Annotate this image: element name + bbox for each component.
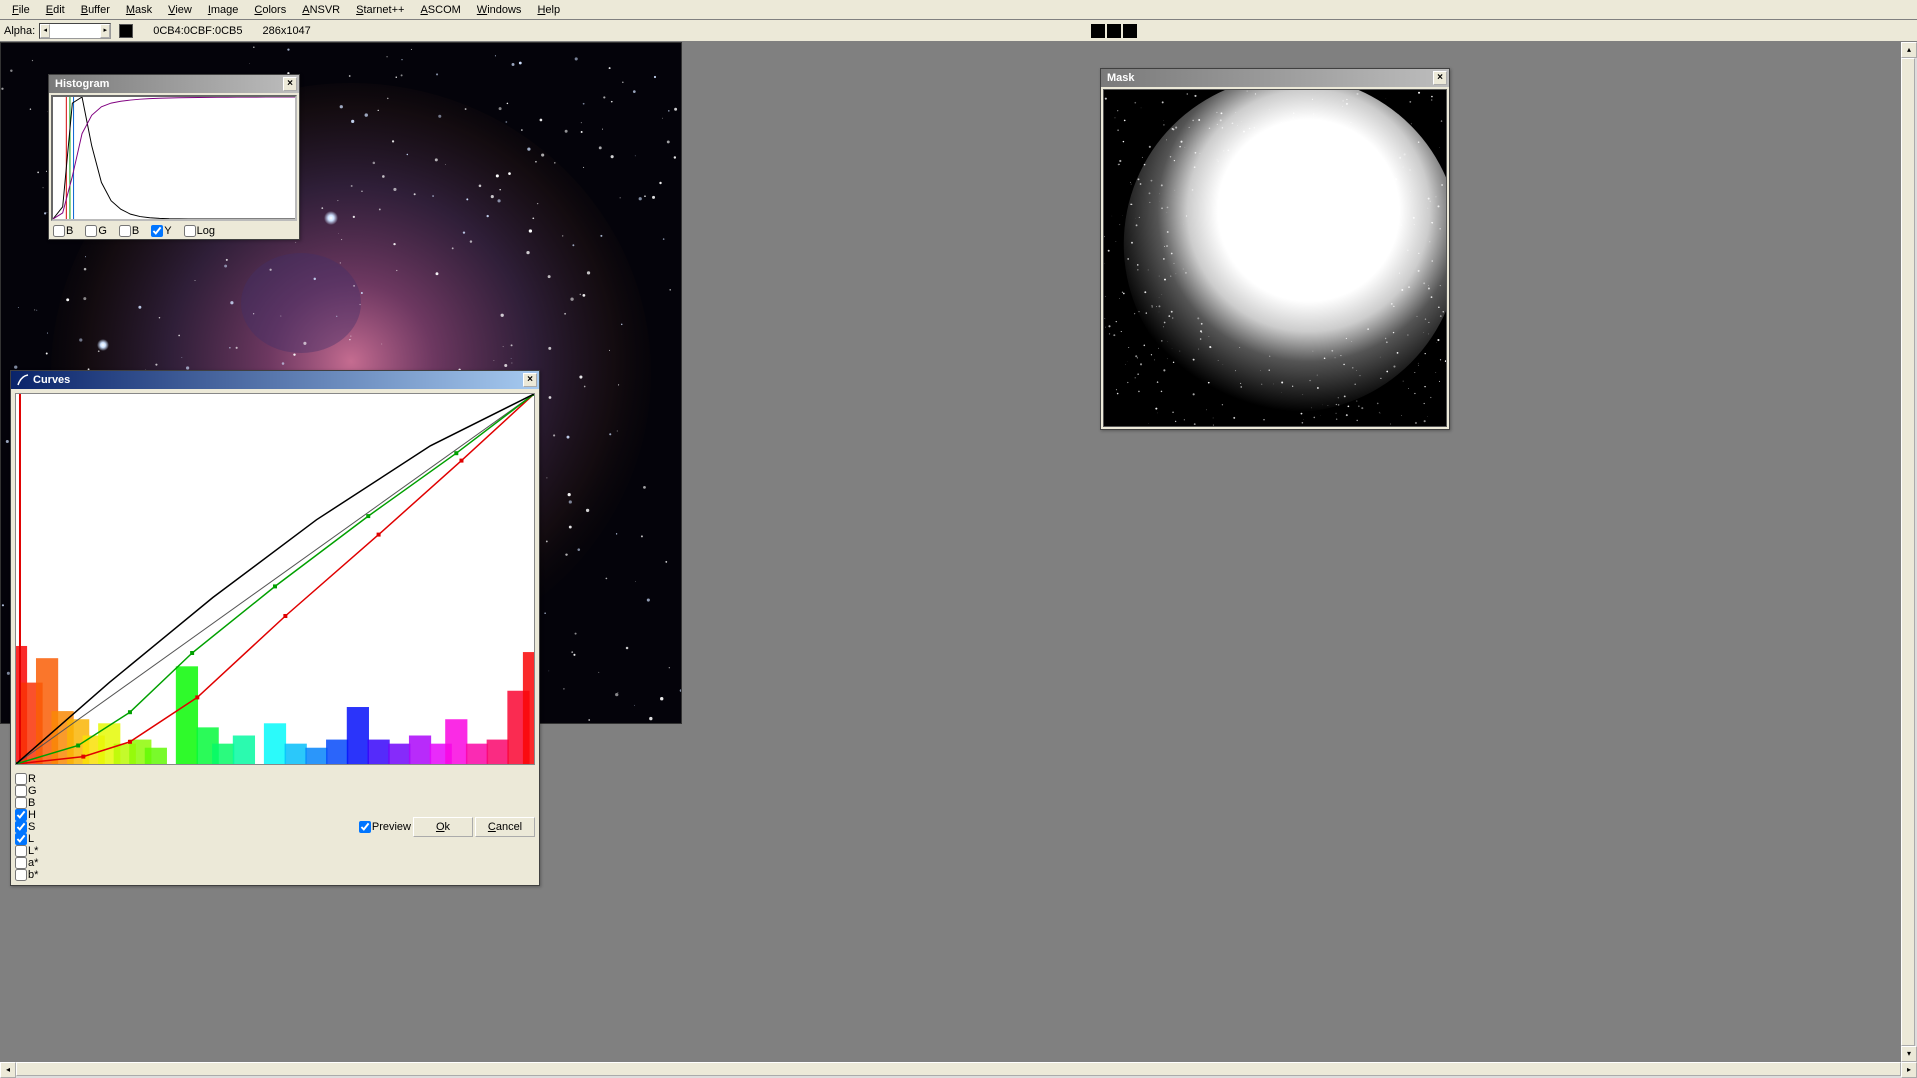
menu-view[interactable]: View: [160, 2, 200, 18]
close-icon[interactable]: ×: [283, 77, 297, 91]
mask-title: Mask: [1107, 72, 1135, 84]
menu-starnet[interactable]: Starnet++: [348, 2, 412, 18]
ok-button[interactable]: Ok: [413, 817, 473, 837]
scroll-right-icon[interactable]: ▸: [1901, 1062, 1917, 1078]
curves-icon: [17, 374, 29, 386]
info-hex: 0CB4:0CBF:0CB5: [153, 25, 242, 37]
close-icon[interactable]: ×: [1433, 71, 1447, 85]
close-icon[interactable]: ×: [523, 373, 537, 387]
histogram-panel: Histogram × B G B Y Log: [48, 74, 300, 240]
vscroll-thumb[interactable]: [1901, 58, 1915, 1046]
curves-titlebar[interactable]: Curves ×: [11, 371, 539, 389]
histogram-title: Histogram: [55, 78, 109, 90]
curve-chan-l[interactable]: L: [15, 833, 38, 845]
hscroll-thumb[interactable]: [16, 1062, 1901, 1076]
main-vscroll[interactable]: ▴ ▾: [1901, 42, 1917, 1062]
menu-windows[interactable]: Windows: [469, 2, 530, 18]
menu-edit[interactable]: Edit: [38, 2, 73, 18]
curves-plot[interactable]: [15, 393, 535, 765]
alpha-spin[interactable]: ◂ ▸: [39, 23, 111, 39]
alpha-right-icon[interactable]: ▸: [100, 24, 110, 38]
scroll-up-icon[interactable]: ▴: [1901, 42, 1917, 58]
menu-mask[interactable]: Mask: [118, 2, 160, 18]
hist-chan-g-1[interactable]: G: [85, 225, 107, 237]
menu-buffer[interactable]: Buffer: [73, 2, 118, 18]
curve-chan-lstar[interactable]: L*: [15, 845, 38, 857]
menu-colors[interactable]: Colors: [246, 2, 294, 18]
main-hscroll[interactable]: ◂ ▸: [0, 1062, 1917, 1078]
mask-titlebar[interactable]: Mask ×: [1101, 69, 1449, 87]
curves-bottombar: R G B H S L L* a* b* Preview Ok Cancel: [11, 769, 539, 885]
histogram-channels: B G B Y Log: [49, 223, 299, 239]
alpha-left-icon[interactable]: ◂: [40, 24, 50, 38]
curves-panel: Curves × R G B H S L L* a* b* Preview Ok…: [10, 370, 540, 886]
toolbar: Alpha: ◂ ▸ 0CB4:0CBF:0CB5 286x1047: [0, 20, 1917, 42]
menu-help[interactable]: Help: [529, 2, 568, 18]
curve-chan-b[interactable]: B: [15, 797, 38, 809]
cancel-button[interactable]: Cancel: [475, 817, 535, 837]
hist-chan-y-3[interactable]: Y: [151, 225, 171, 237]
toolbar-swatch-1[interactable]: [1091, 24, 1105, 38]
curve-chan-bstar[interactable]: b*: [15, 869, 38, 881]
info-dim: 286x1047: [262, 25, 310, 37]
scroll-down-icon[interactable]: ▾: [1901, 1046, 1917, 1062]
curve-chan-r[interactable]: R: [15, 773, 38, 785]
scroll-left-icon[interactable]: ◂: [0, 1062, 16, 1078]
menu-image[interactable]: Image: [200, 2, 247, 18]
curve-chan-g[interactable]: G: [15, 785, 38, 797]
hist-chan-b-0[interactable]: B: [53, 225, 73, 237]
curve-chan-astar[interactable]: a*: [15, 857, 38, 869]
alpha-input[interactable]: [50, 24, 100, 38]
color-swatch[interactable]: [119, 24, 133, 38]
hist-chan-log-4[interactable]: Log: [184, 225, 215, 237]
hist-chan-b-2[interactable]: B: [119, 225, 139, 237]
menu-file[interactable]: File: [4, 2, 38, 18]
menu-ascom[interactable]: ASCOM: [412, 2, 468, 18]
curve-chan-h[interactable]: H: [15, 809, 38, 821]
menubar: FileEditBufferMaskViewImageColorsANSVRSt…: [0, 0, 1917, 20]
mask-plot[interactable]: [1103, 89, 1447, 427]
mask-panel: Mask ×: [1100, 68, 1450, 430]
histogram-titlebar[interactable]: Histogram ×: [49, 75, 299, 93]
alpha-label: Alpha:: [4, 25, 35, 37]
curves-title: Curves: [33, 374, 70, 386]
toolbar-swatch-3[interactable]: [1123, 24, 1137, 38]
preview-checkbox[interactable]: Preview: [359, 821, 411, 833]
menu-ansvr[interactable]: ANSVR: [294, 2, 348, 18]
histogram-plot[interactable]: [51, 95, 297, 221]
toolbar-swatch-2[interactable]: [1107, 24, 1121, 38]
curve-chan-s[interactable]: S: [15, 821, 38, 833]
